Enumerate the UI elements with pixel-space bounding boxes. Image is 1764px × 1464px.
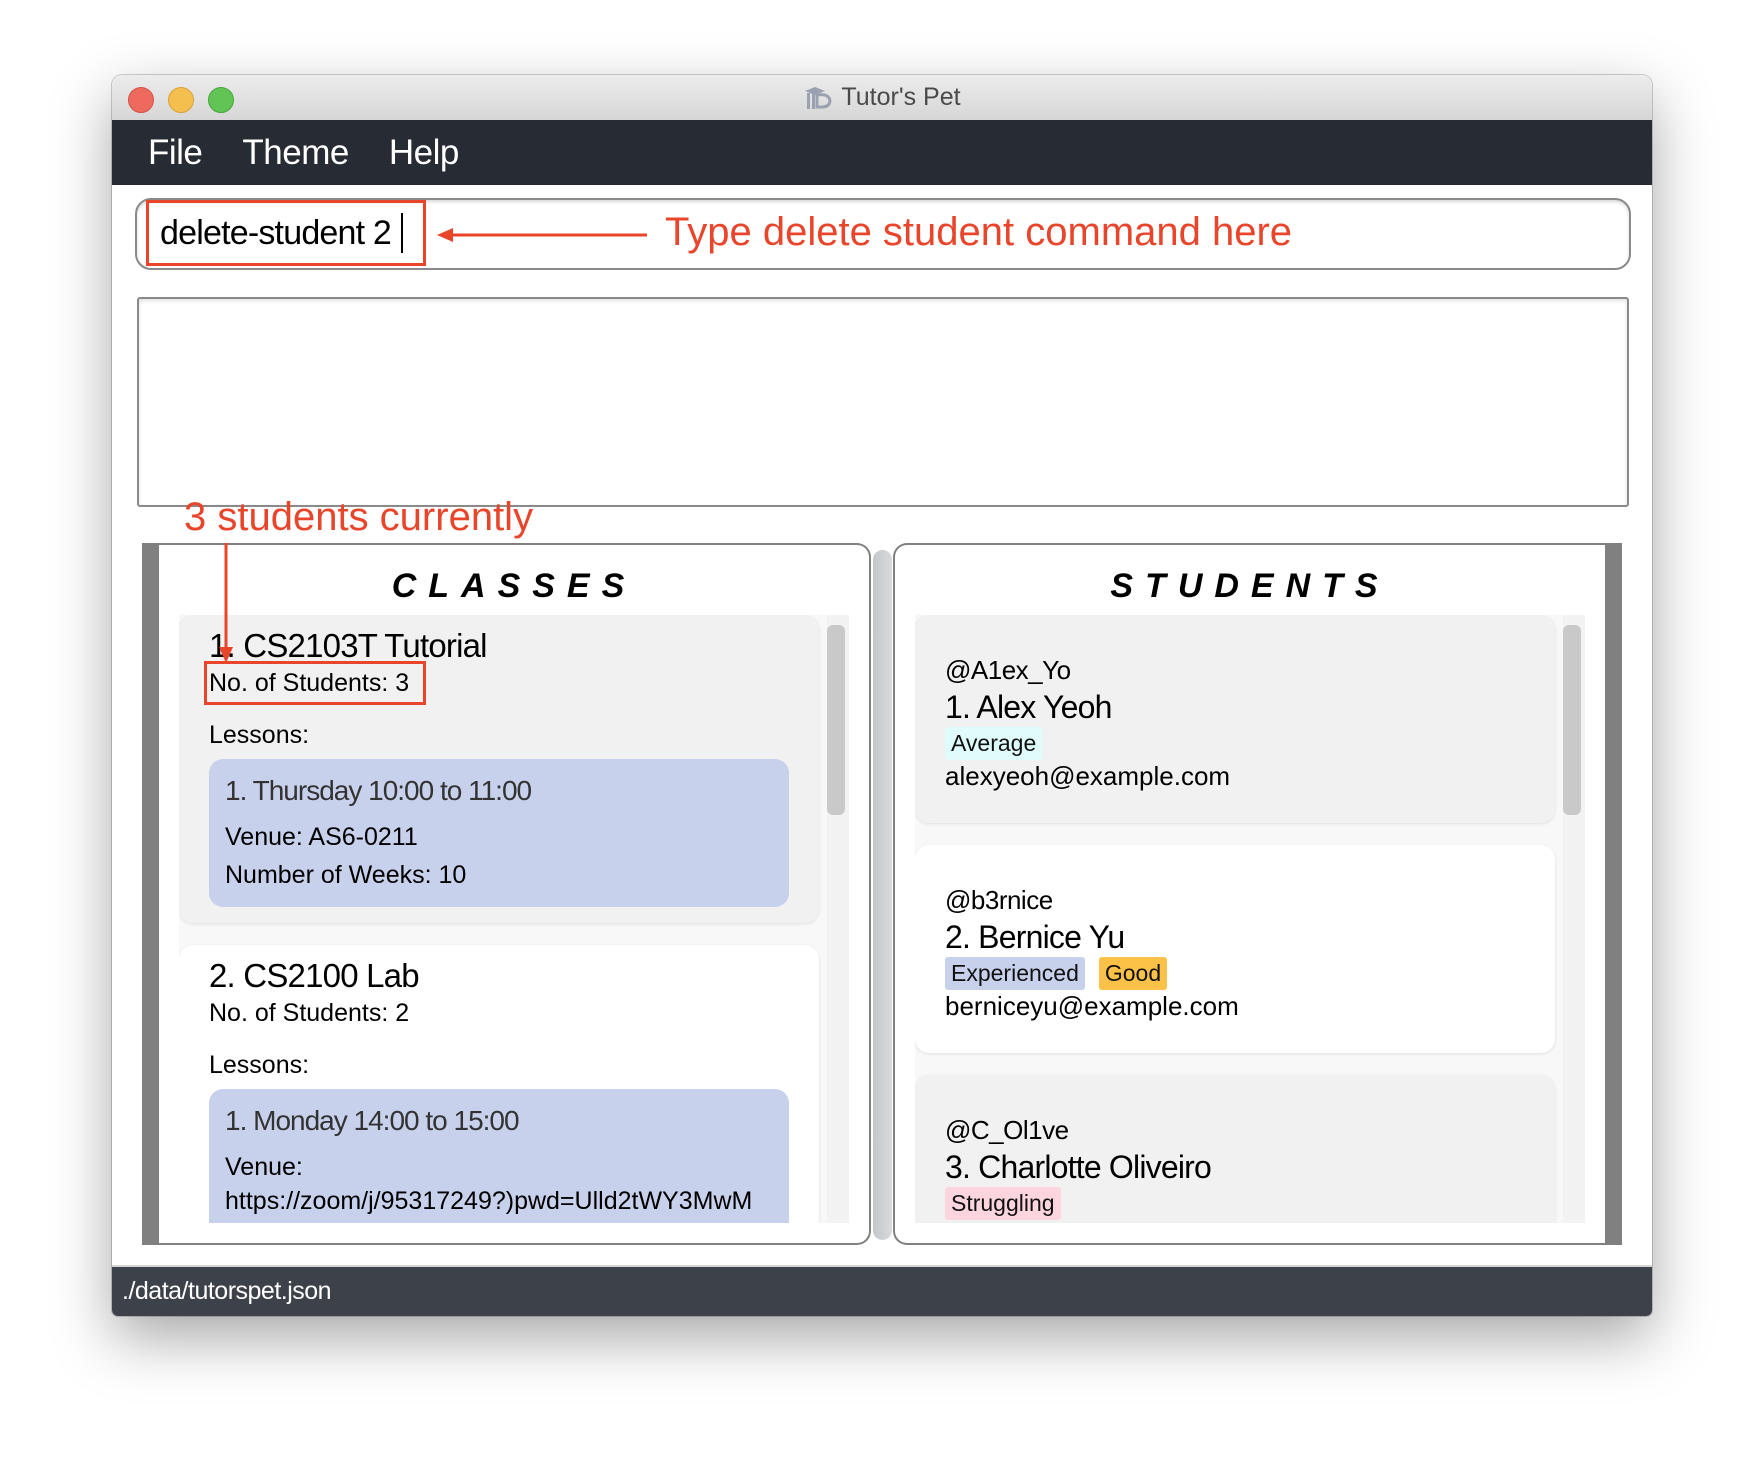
menu-file[interactable]: File [112, 133, 222, 173]
lesson-time: 1. Thursday 10:00 to 11:00 [225, 775, 532, 806]
student-list: @A1ex_Yo 1. Alex Yeoh Average alexyeoh@e… [915, 615, 1585, 1223]
class-student-count: No. of Students: 3 [209, 669, 410, 697]
class-list-scrollbar[interactable] [827, 615, 849, 1223]
student-tags: Experienced Good [945, 957, 1168, 990]
menu-bar: File Theme Help [112, 120, 1652, 185]
student-list-scrollbar[interactable] [1563, 615, 1585, 1223]
lesson-time: 1. Monday 14:00 to 15:00 [225, 1105, 520, 1136]
app-window: Tutor's Pet File Theme Help Type delete … [112, 75, 1652, 1316]
classes-panel: CLASSES 1. CS2103T Tutorial No. of Stude… [142, 543, 871, 1245]
window-title: Tutor's Pet [841, 83, 961, 111]
tag-average: Average [945, 727, 1043, 760]
student-email: berniceyu@example.com [945, 991, 1239, 1021]
annotation-arrow-down-icon [219, 543, 233, 663]
lesson-card[interactable]: 1. Monday 14:00 to 15:00 Venue: https://… [209, 1089, 789, 1223]
class-title: 1. CS2103T Tutorial [209, 627, 488, 664]
tag-experienced: Experienced [945, 957, 1085, 990]
tutors-pet-logo-icon [805, 86, 832, 109]
menu-theme[interactable]: Theme [222, 133, 368, 173]
student-name: 2. Bernice Yu [945, 919, 1125, 955]
student-list-scroll-thumb[interactable] [1563, 625, 1581, 815]
menu-help[interactable]: Help [369, 133, 479, 173]
window-title-group: Tutor's Pet [112, 75, 1652, 120]
lesson-venue-label: Venue: [225, 1153, 303, 1181]
student-handle: @C_Ol1ve [945, 1115, 1069, 1145]
result-display [137, 297, 1629, 507]
class-student-count: No. of Students: 2 [209, 999, 410, 1027]
student-name: 3. Charlotte Oliveiro [945, 1149, 1212, 1185]
student-email: alexyeoh@example.com [945, 761, 1231, 791]
title-bar: Tutor's Pet [112, 75, 1652, 121]
student-card[interactable]: @C_Ol1ve 3. Charlotte Oliveiro Strugglin… [915, 1075, 1555, 1223]
class-card[interactable]: 1. CS2103T Tutorial No. of Students: 3 L… [179, 615, 819, 923]
student-card[interactable]: @A1ex_Yo 1. Alex Yeoh Average alexyeoh@e… [915, 615, 1555, 823]
lesson-weeks: Number of Weeks: 10 [225, 861, 467, 889]
status-bar: ./data/tutorspet.json [112, 1265, 1652, 1316]
class-title: 2. CS2100 Lab [209, 957, 420, 994]
split-pane-divider[interactable] [873, 550, 892, 1240]
command-annotation-text: Type delete student command here [665, 210, 1293, 254]
student-handle: @b3rnice [945, 885, 1053, 915]
tag-struggling: Struggling [945, 1187, 1061, 1220]
students-panel-title: STUDENTS [1110, 567, 1390, 605]
save-file-path: ./data/tutorspet.json [122, 1277, 332, 1305]
student-handle: @A1ex_Yo [945, 655, 1071, 685]
students-panel: STUDENTS @A1ex_Yo 1. Alex Yeoh Average a… [893, 543, 1622, 1245]
lessons-label: Lessons: [209, 721, 310, 749]
lessons-label: Lessons: [209, 1051, 310, 1079]
tag-good: Good [1098, 957, 1168, 990]
classes-panel-title: CLASSES [391, 567, 637, 605]
student-tags: Struggling [945, 1187, 1061, 1220]
class-list-scroll-thumb[interactable] [827, 625, 845, 815]
lesson-card[interactable]: 1. Thursday 10:00 to 11:00 Venue: AS6-02… [209, 759, 789, 907]
student-name: 1. Alex Yeoh [945, 689, 1112, 725]
class-list: 1. CS2103T Tutorial No. of Students: 3 L… [179, 615, 849, 1223]
annotation-arrow-left-icon [437, 228, 647, 242]
class-card[interactable]: 2. CS2100 Lab No. of Students: 2 Lessons… [179, 945, 819, 1223]
student-card[interactable]: @b3rnice 2. Bernice Yu Experienced Good … [915, 845, 1555, 1053]
command-annotation-highlight [146, 200, 426, 266]
lesson-venue: Venue: AS6-0211 [225, 823, 418, 851]
student-tags: Average [945, 727, 1043, 760]
lesson-venue-link[interactable]: https://zoom/j/95317249?)pwd=Ulld2tWY3Mw… [225, 1187, 752, 1216]
students-annotation-text: 3 students currently [184, 495, 534, 539]
